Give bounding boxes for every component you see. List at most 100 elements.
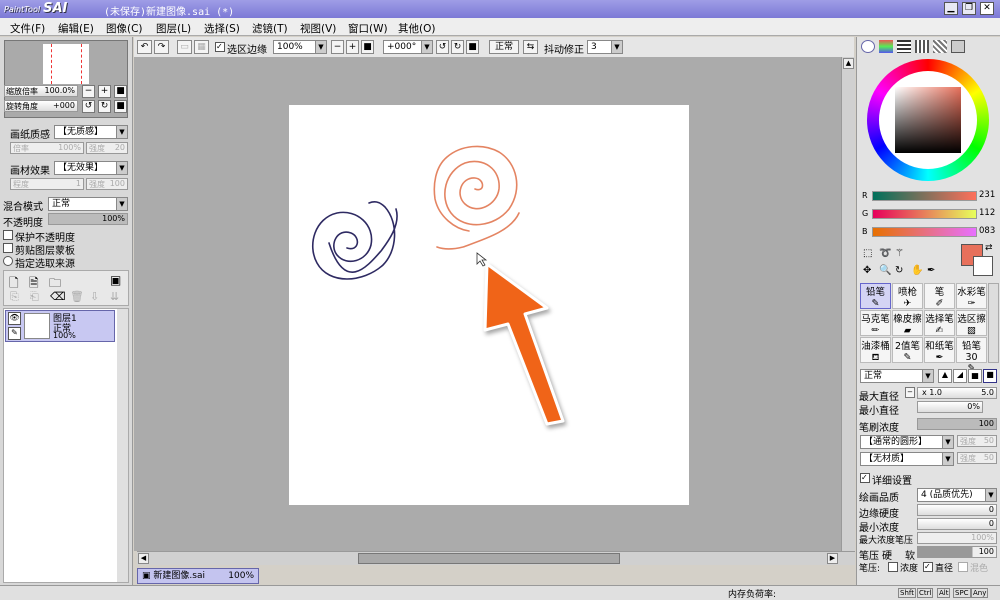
menu-select[interactable]: 选择(S) — [204, 21, 240, 36]
min-density-slider[interactable]: 0 — [917, 518, 997, 530]
layer-item[interactable]: 👁 ✎ 图层1 正常 100% — [5, 310, 115, 342]
texture-scale-slider[interactable]: 倍率 100% — [10, 142, 84, 154]
detail-settings-checkbox[interactable]: ✓ — [860, 473, 870, 483]
close-button[interactable]: ✕ — [980, 2, 994, 15]
tool-pencil30[interactable]: 铅笔30✎ — [956, 337, 987, 374]
tool-grid-scrollbar[interactable] — [988, 283, 999, 363]
effect-level-slider[interactable]: 程度 1 — [10, 178, 84, 190]
tool-watercolor[interactable]: 水彩笔 ✑ — [956, 283, 987, 309]
menu-edit[interactable]: 编辑(E) — [58, 21, 94, 36]
nav-rotate-left-button[interactable]: ↺ — [82, 100, 95, 113]
tool-eraser[interactable]: 橡皮擦 ▰ — [892, 310, 923, 336]
vertical-scrollbar[interactable]: ▲ ▼ — [841, 57, 855, 565]
menu-layer[interactable]: 图层(L) — [156, 21, 191, 36]
menu-window[interactable]: 窗口(W) — [348, 21, 388, 36]
pressure-size-checkbox[interactable]: ✓ — [923, 562, 933, 572]
max-size-slider[interactable]: x 1.0 5.0 — [917, 387, 997, 399]
scroll-right-button[interactable]: ▶ — [827, 553, 838, 564]
edge-hard-icon[interactable]: ▅ — [968, 369, 982, 383]
deselect-button[interactable]: ▭ — [177, 40, 192, 54]
brush-texture-select[interactable]: 【无材质】 ▼ — [860, 452, 954, 466]
merge-layers-icon[interactable]: ⇊ — [110, 290, 119, 303]
pressure-slider[interactable]: 100 — [917, 546, 997, 558]
tool-select-eraser[interactable]: 选区擦 ▨ — [956, 310, 987, 336]
color-wheel[interactable] — [867, 59, 989, 181]
shape-strength-slider[interactable]: 强度 50 — [957, 435, 997, 447]
tool-airbrush[interactable]: 喷枪 ✈ — [892, 283, 923, 309]
rotation-select[interactable]: +000° ▼ — [383, 40, 433, 54]
eye-icon[interactable]: 👁 — [8, 312, 21, 325]
tool-brush[interactable]: 笔 ✐ — [924, 283, 955, 309]
menu-view[interactable]: 视图(V) — [300, 21, 336, 36]
merge-down-icon[interactable]: ⇩ — [90, 290, 99, 303]
tool-bucket[interactable]: 油漆桶 ⛾ — [860, 337, 891, 363]
edge-solid-icon[interactable]: ■ — [983, 369, 997, 383]
layer-mask-icon[interactable]: ▣ — [110, 273, 121, 287]
min-size-slider[interactable]: 0% — [917, 401, 983, 413]
move-icon[interactable]: ✥ — [863, 265, 871, 276]
edge-hardness-slider[interactable]: 0 — [917, 504, 997, 516]
tool-binary-pen[interactable]: 2值笔 ✎ — [892, 337, 923, 363]
canvas-paper[interactable] — [289, 105, 689, 505]
pen-icon[interactable]: ✎ — [8, 327, 21, 340]
nav-zoom-in-button[interactable]: + — [98, 85, 111, 98]
canvas-area[interactable] — [134, 57, 854, 551]
zoom-slider[interactable]: 缩放倍率 100.0% — [4, 85, 78, 97]
selection-edge-checkbox[interactable]: ✓ — [215, 42, 225, 52]
rotate-right-button[interactable]: ↻ — [451, 40, 464, 54]
b-slider[interactable] — [872, 227, 977, 237]
zoom-out-button[interactable]: − — [331, 40, 344, 54]
hsv-slider-tab-icon[interactable] — [897, 40, 911, 53]
minimize-button[interactable]: ▁ — [944, 2, 958, 15]
rotate-icon[interactable]: ↻ — [895, 265, 903, 276]
pressure-density-checkbox[interactable] — [888, 562, 898, 572]
horizontal-scrollbar[interactable]: ◀ ▶ — [137, 551, 855, 565]
selection-source-radio[interactable] — [3, 256, 13, 266]
pressure-blend-checkbox[interactable] — [958, 562, 968, 572]
saturation-value-square[interactable] — [895, 87, 961, 153]
menu-image[interactable]: 图像(C) — [106, 21, 143, 36]
texture-strength-slider-2[interactable]: 强度 50 — [957, 452, 997, 464]
paper-texture-select[interactable]: 【无质感】 ▼ — [54, 125, 128, 139]
rgb-slider-tab-icon[interactable] — [879, 40, 893, 53]
density-slider[interactable]: 100 — [917, 418, 997, 430]
normal-view-button[interactable]: 正常 — [489, 40, 519, 54]
scroll-thumb[interactable] — [358, 553, 620, 564]
document-tab[interactable]: ▣ 新建图像.sai 100% — [137, 568, 259, 584]
max-pressure-slider[interactable]: 100% — [917, 532, 997, 544]
menu-filter[interactable]: 滤镜(T) — [252, 21, 288, 36]
color-wheel-tab-icon[interactable] — [861, 40, 875, 53]
hand-icon[interactable]: ✋ — [911, 265, 923, 276]
paper-effect-select[interactable]: 【无效果】 ▼ — [54, 161, 128, 175]
palette-tab-icon[interactable] — [915, 40, 929, 53]
menu-file[interactable]: 文件(F) — [10, 21, 45, 36]
protect-opacity-checkbox[interactable] — [3, 230, 13, 240]
paste-layer-icon[interactable]: ⎗ — [30, 290, 39, 304]
flip-view-button[interactable]: ⇆ — [523, 40, 538, 54]
zoom-select[interactable]: 100% ▼ — [273, 40, 327, 54]
blend-mode-select[interactable]: 正常 ▼ — [48, 197, 128, 211]
scroll-up-button[interactable]: ▲ — [843, 58, 854, 69]
stabilizer-select[interactable]: 3 ▼ — [587, 40, 623, 54]
tool-select-pen[interactable]: 选择笔 ✍ — [924, 310, 955, 336]
scratchpad-tab-icon[interactable] — [951, 40, 965, 53]
tool-pencil[interactable]: 铅笔 ✎ — [860, 283, 891, 309]
edge-medium-icon[interactable]: ◢ — [953, 369, 967, 383]
undo-button[interactable]: ↶ — [137, 40, 152, 54]
nav-zoom-out-button[interactable]: − — [82, 85, 95, 98]
zoom-in-button[interactable]: + — [346, 40, 359, 54]
menu-other[interactable]: 其他(O) — [398, 21, 435, 36]
tool-washi-pen[interactable]: 和纸笔 ✒ — [924, 337, 955, 363]
swatches-tab-icon[interactable] — [933, 40, 947, 53]
edge-soft-icon[interactable]: ▲ — [938, 369, 952, 383]
brush-mode-select[interactable]: 正常 ▼ — [860, 369, 934, 383]
magic-wand-icon[interactable]: ⚚ — [895, 248, 904, 259]
redo-button[interactable]: ↷ — [154, 40, 169, 54]
rect-select-icon[interactable]: ⬚ — [863, 248, 872, 259]
invert-selection-button[interactable]: ▦ — [194, 40, 209, 54]
delete-layer-icon[interactable]: 🗑 — [70, 290, 84, 303]
swap-colors-icon[interactable]: ⇄ — [985, 243, 993, 253]
nav-rotate-reset-button[interactable]: ■ — [114, 100, 127, 113]
opacity-slider[interactable]: 100% — [48, 213, 128, 225]
nav-rotate-right-button[interactable]: ↻ — [98, 100, 111, 113]
